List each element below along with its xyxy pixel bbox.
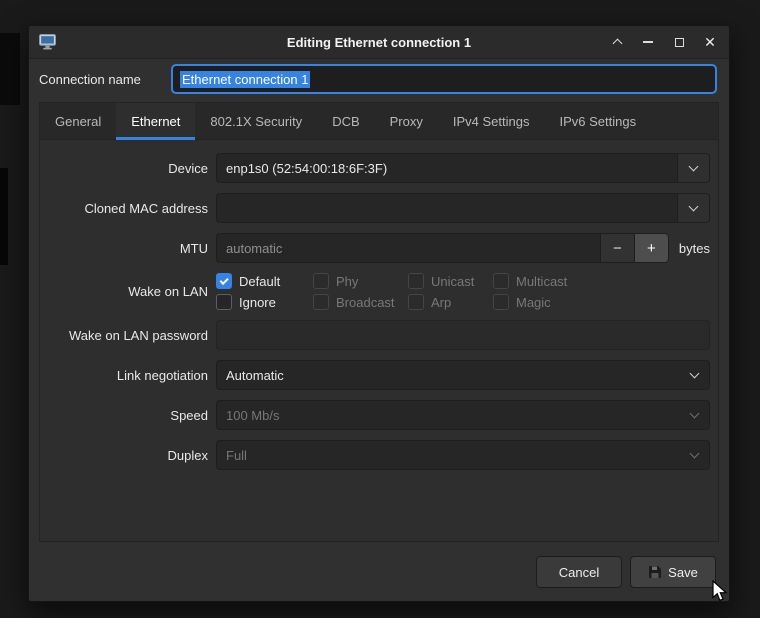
- device-combobox[interactable]: enp1s0 (52:54:00:18:6F:3F): [216, 153, 710, 183]
- checkbox-icon: [313, 273, 329, 289]
- speed-combobox: 100 Mb/s: [216, 400, 710, 430]
- link-negotiation-combobox[interactable]: Automatic: [216, 360, 710, 390]
- tab-bar: General Ethernet 802.1X Security DCB Pro…: [40, 103, 718, 140]
- checkbox-icon: [408, 294, 424, 310]
- chevron-up-icon: [612, 38, 622, 49]
- connection-name-input[interactable]: Ethernet connection 1: [171, 64, 717, 94]
- mtu-decrement-button[interactable]: −: [599, 234, 634, 262]
- chevron-down-icon: [679, 401, 709, 429]
- chevron-down-icon: [688, 161, 699, 172]
- wol-password-label: Wake on LAN password: [69, 327, 208, 343]
- mtu-unit-label: bytes: [678, 240, 710, 256]
- device-dropdown-button[interactable]: [677, 154, 709, 182]
- wol-unicast-checkbox: Unicast: [408, 273, 493, 289]
- device-label: Device: [168, 160, 208, 176]
- wol-magic-checkbox: Magic: [493, 294, 567, 310]
- background-window-fragment: [0, 33, 20, 105]
- wol-broadcast-checkbox: Broadcast: [313, 294, 408, 310]
- device-value: enp1s0 (52:54:00:18:6F:3F): [226, 160, 388, 176]
- tab-ethernet[interactable]: Ethernet: [116, 103, 196, 140]
- mtu-value[interactable]: automatic: [217, 234, 600, 262]
- mtu-label: MTU: [179, 240, 208, 256]
- tab-ipv4-settings[interactable]: IPv4 Settings: [438, 103, 545, 140]
- wol-phy-checkbox: Phy: [313, 273, 408, 289]
- checkbox-icon: [313, 294, 329, 310]
- dialog-action-area: Cancel Save: [29, 542, 729, 588]
- minimize-button[interactable]: [639, 33, 657, 51]
- checkbox-icon: [408, 273, 424, 289]
- duplex-combobox: Full: [216, 440, 710, 470]
- editing-connection-dialog: Editing Ethernet connection 1 ✕ Connecti…: [28, 25, 730, 602]
- wake-on-lan-label: Wake on LAN: [128, 284, 208, 299]
- link-negotiation-label: Link negotiation: [116, 367, 208, 383]
- tab-ipv6-settings[interactable]: IPv6 Settings: [544, 103, 651, 140]
- ethernet-tab-content: Device enp1s0 (52:54:00:18:6F:3F) Cloned…: [40, 140, 718, 470]
- chevron-down-icon: [679, 441, 709, 469]
- background-window-fragment: [0, 168, 8, 265]
- cancel-button[interactable]: Cancel: [536, 556, 622, 588]
- titlebar[interactable]: Editing Ethernet connection 1 ✕: [29, 26, 729, 59]
- chevron-down-icon: [688, 201, 699, 212]
- save-button[interactable]: Save: [630, 556, 716, 588]
- checkbox-icon: [493, 273, 509, 289]
- connection-name-value: Ethernet connection 1: [180, 70, 311, 88]
- minimize-icon: [643, 41, 653, 43]
- checkbox-checked-icon: [216, 273, 232, 289]
- maximize-icon: [674, 37, 684, 47]
- cloned-mac-combobox[interactable]: [216, 193, 710, 223]
- window-title: Editing Ethernet connection 1: [286, 34, 472, 50]
- wol-default-checkbox[interactable]: Default: [216, 273, 313, 289]
- tab-8021x-security[interactable]: 802.1X Security: [195, 103, 317, 140]
- close-icon: ✕: [704, 34, 716, 50]
- wol-arp-checkbox: Arp: [408, 294, 493, 310]
- shade-button[interactable]: [608, 33, 626, 51]
- link-negotiation-value: Automatic: [226, 367, 284, 383]
- speed-label: Speed: [170, 407, 208, 423]
- wol-multicast-checkbox: Multicast: [493, 273, 567, 289]
- wake-on-lan-options: Default Phy Unicast Multicast Ignore Bro…: [216, 273, 567, 310]
- tab-dcb[interactable]: DCB: [317, 103, 374, 140]
- mtu-spinbutton[interactable]: automatic − +: [216, 233, 669, 263]
- tab-proxy[interactable]: Proxy: [375, 103, 438, 140]
- wol-ignore-checkbox[interactable]: Ignore: [216, 294, 313, 310]
- cloned-mac-dropdown-button[interactable]: [677, 194, 709, 222]
- wol-password-input: [216, 320, 710, 350]
- duplex-label: Duplex: [167, 447, 208, 463]
- close-button[interactable]: ✕: [701, 33, 719, 51]
- app-icon: [39, 34, 56, 50]
- speed-value: 100 Mb/s: [226, 407, 280, 423]
- chevron-down-icon: [679, 361, 709, 389]
- checkbox-icon: [493, 294, 509, 310]
- maximize-button[interactable]: [670, 33, 688, 51]
- duplex-value: Full: [226, 447, 247, 463]
- checkbox-icon: [216, 294, 232, 310]
- mtu-increment-button[interactable]: +: [633, 234, 668, 262]
- settings-notebook: General Ethernet 802.1X Security DCB Pro…: [39, 102, 719, 542]
- connection-name-label: Connection name: [39, 71, 141, 87]
- tab-general[interactable]: General: [40, 103, 116, 140]
- cloned-mac-label: Cloned MAC address: [84, 200, 208, 216]
- save-icon: [648, 565, 662, 579]
